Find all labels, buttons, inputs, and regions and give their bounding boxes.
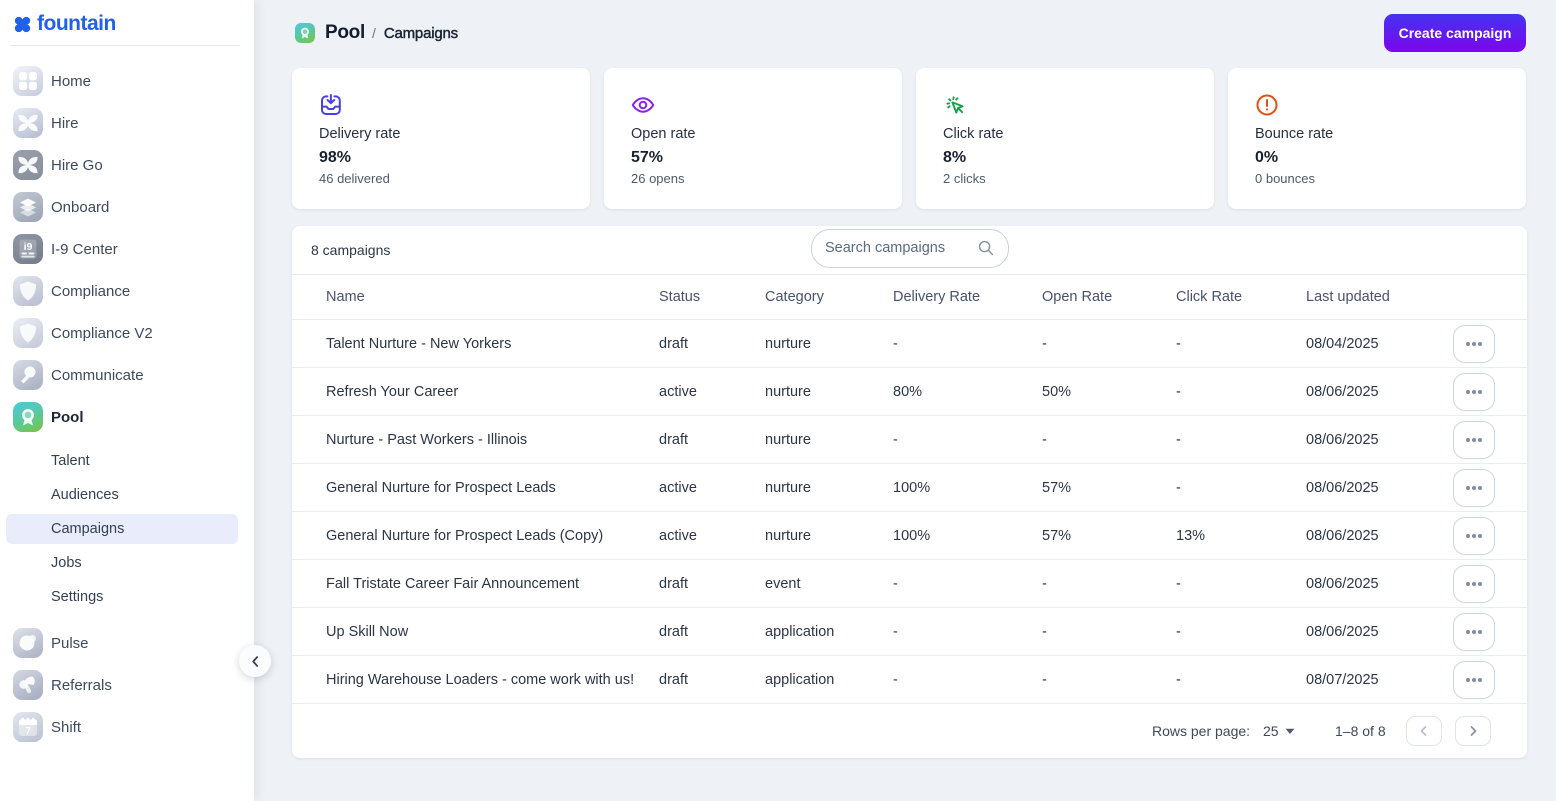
svg-text:7: 7 [25,726,31,738]
svg-text:i9: i9 [24,241,33,253]
